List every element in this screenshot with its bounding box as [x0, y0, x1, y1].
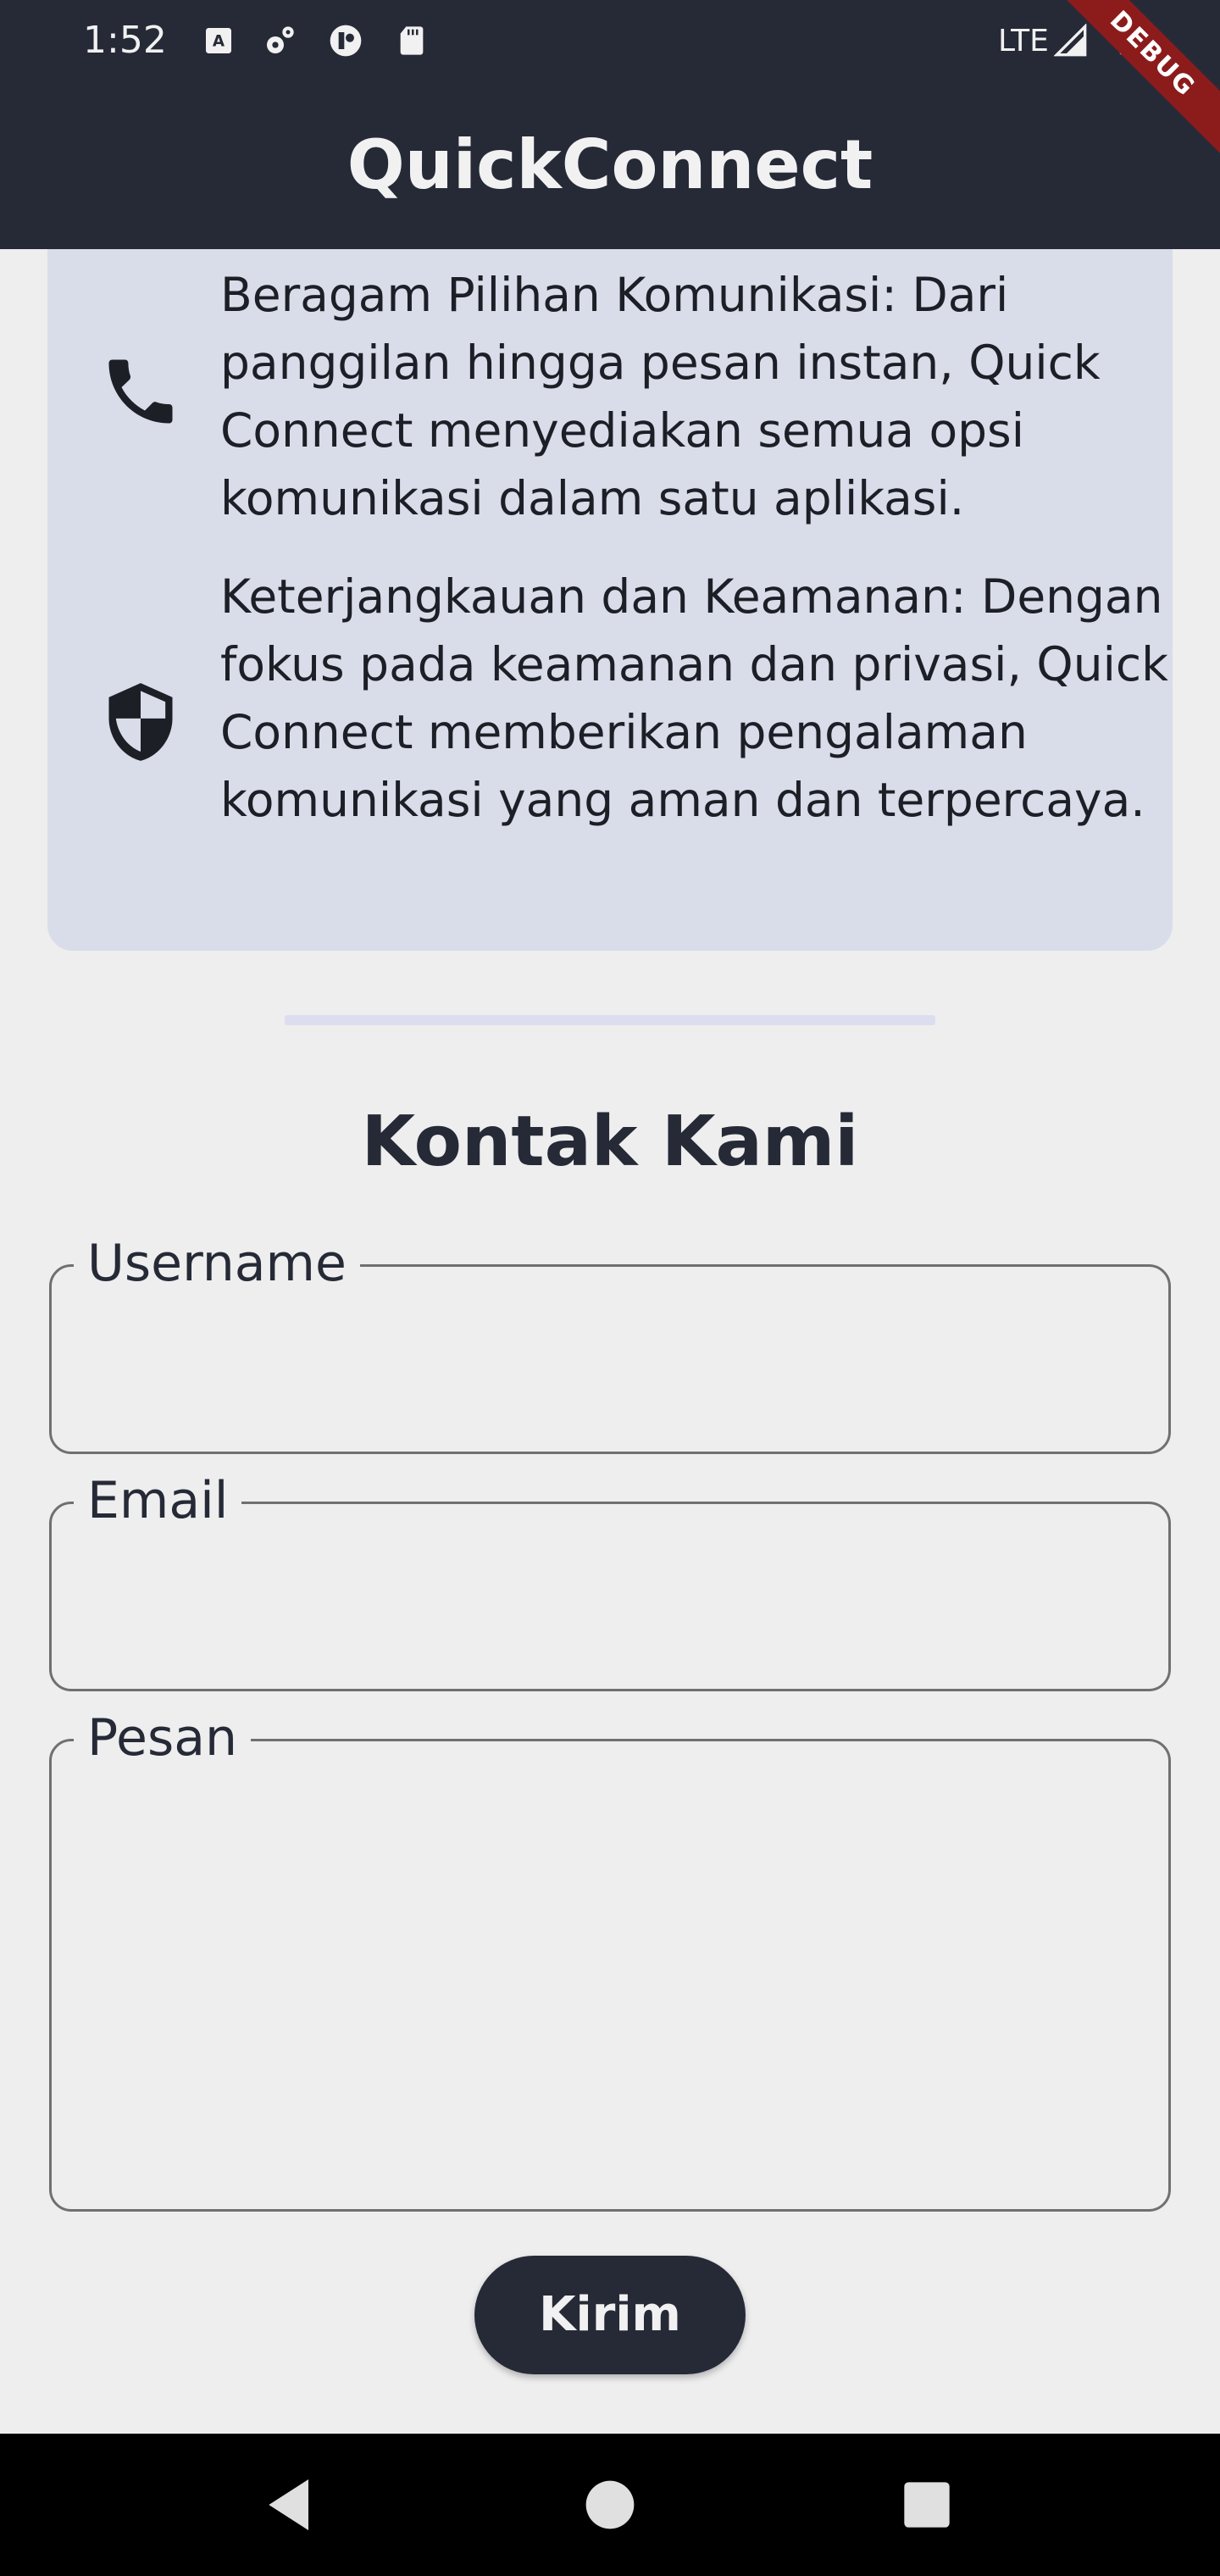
shield-icon — [108, 683, 173, 761]
email-input[interactable] — [86, 1538, 1134, 1655]
username-field[interactable]: Username — [49, 1233, 1171, 1454]
back-icon[interactable] — [258, 2471, 325, 2539]
status-time: 1:52 — [83, 19, 167, 62]
home-icon[interactable] — [576, 2471, 644, 2539]
feature-text: Beragam Pilihan Komunikasi: Dari panggil… — [220, 268, 1101, 525]
signal-icon — [1054, 24, 1087, 57]
sd-card-icon — [400, 26, 424, 55]
message-input[interactable] — [86, 1775, 1134, 2175]
contact-title: Kontak Kami — [361, 1102, 859, 1182]
app-header: 1:52 A LTE DEBUG QuickConnect — [0, 0, 1220, 249]
system-nav-bar — [0, 2434, 1220, 2576]
phone-icon — [108, 359, 173, 424]
email-field[interactable]: Email — [49, 1470, 1171, 1691]
svg-text:A: A — [213, 33, 225, 51]
section-divider — [285, 1015, 935, 1025]
app-title: QuickConnect — [347, 125, 873, 204]
keyboard-icon: A — [206, 28, 231, 53]
settings-icon — [267, 26, 294, 53]
network-type: LTE — [998, 24, 1049, 58]
recents-icon[interactable] — [893, 2471, 961, 2539]
username-input[interactable] — [86, 1301, 1134, 1418]
status-bar: 1:52 A LTE — [0, 0, 1220, 85]
submit-button[interactable]: Kirim — [474, 2256, 746, 2374]
features-card: Beragam Pilihan Komunikasi: Dari panggil… — [47, 249, 1173, 951]
email-label: Email — [74, 1470, 242, 1531]
message-field[interactable]: Pesan — [49, 1707, 1171, 2212]
app-icon — [330, 25, 362, 57]
feature-text: Keterjangkauan dan Keamanan: Dengan foku… — [220, 569, 1168, 827]
username-label: Username — [74, 1233, 360, 1294]
message-label: Pesan — [74, 1707, 252, 1768]
